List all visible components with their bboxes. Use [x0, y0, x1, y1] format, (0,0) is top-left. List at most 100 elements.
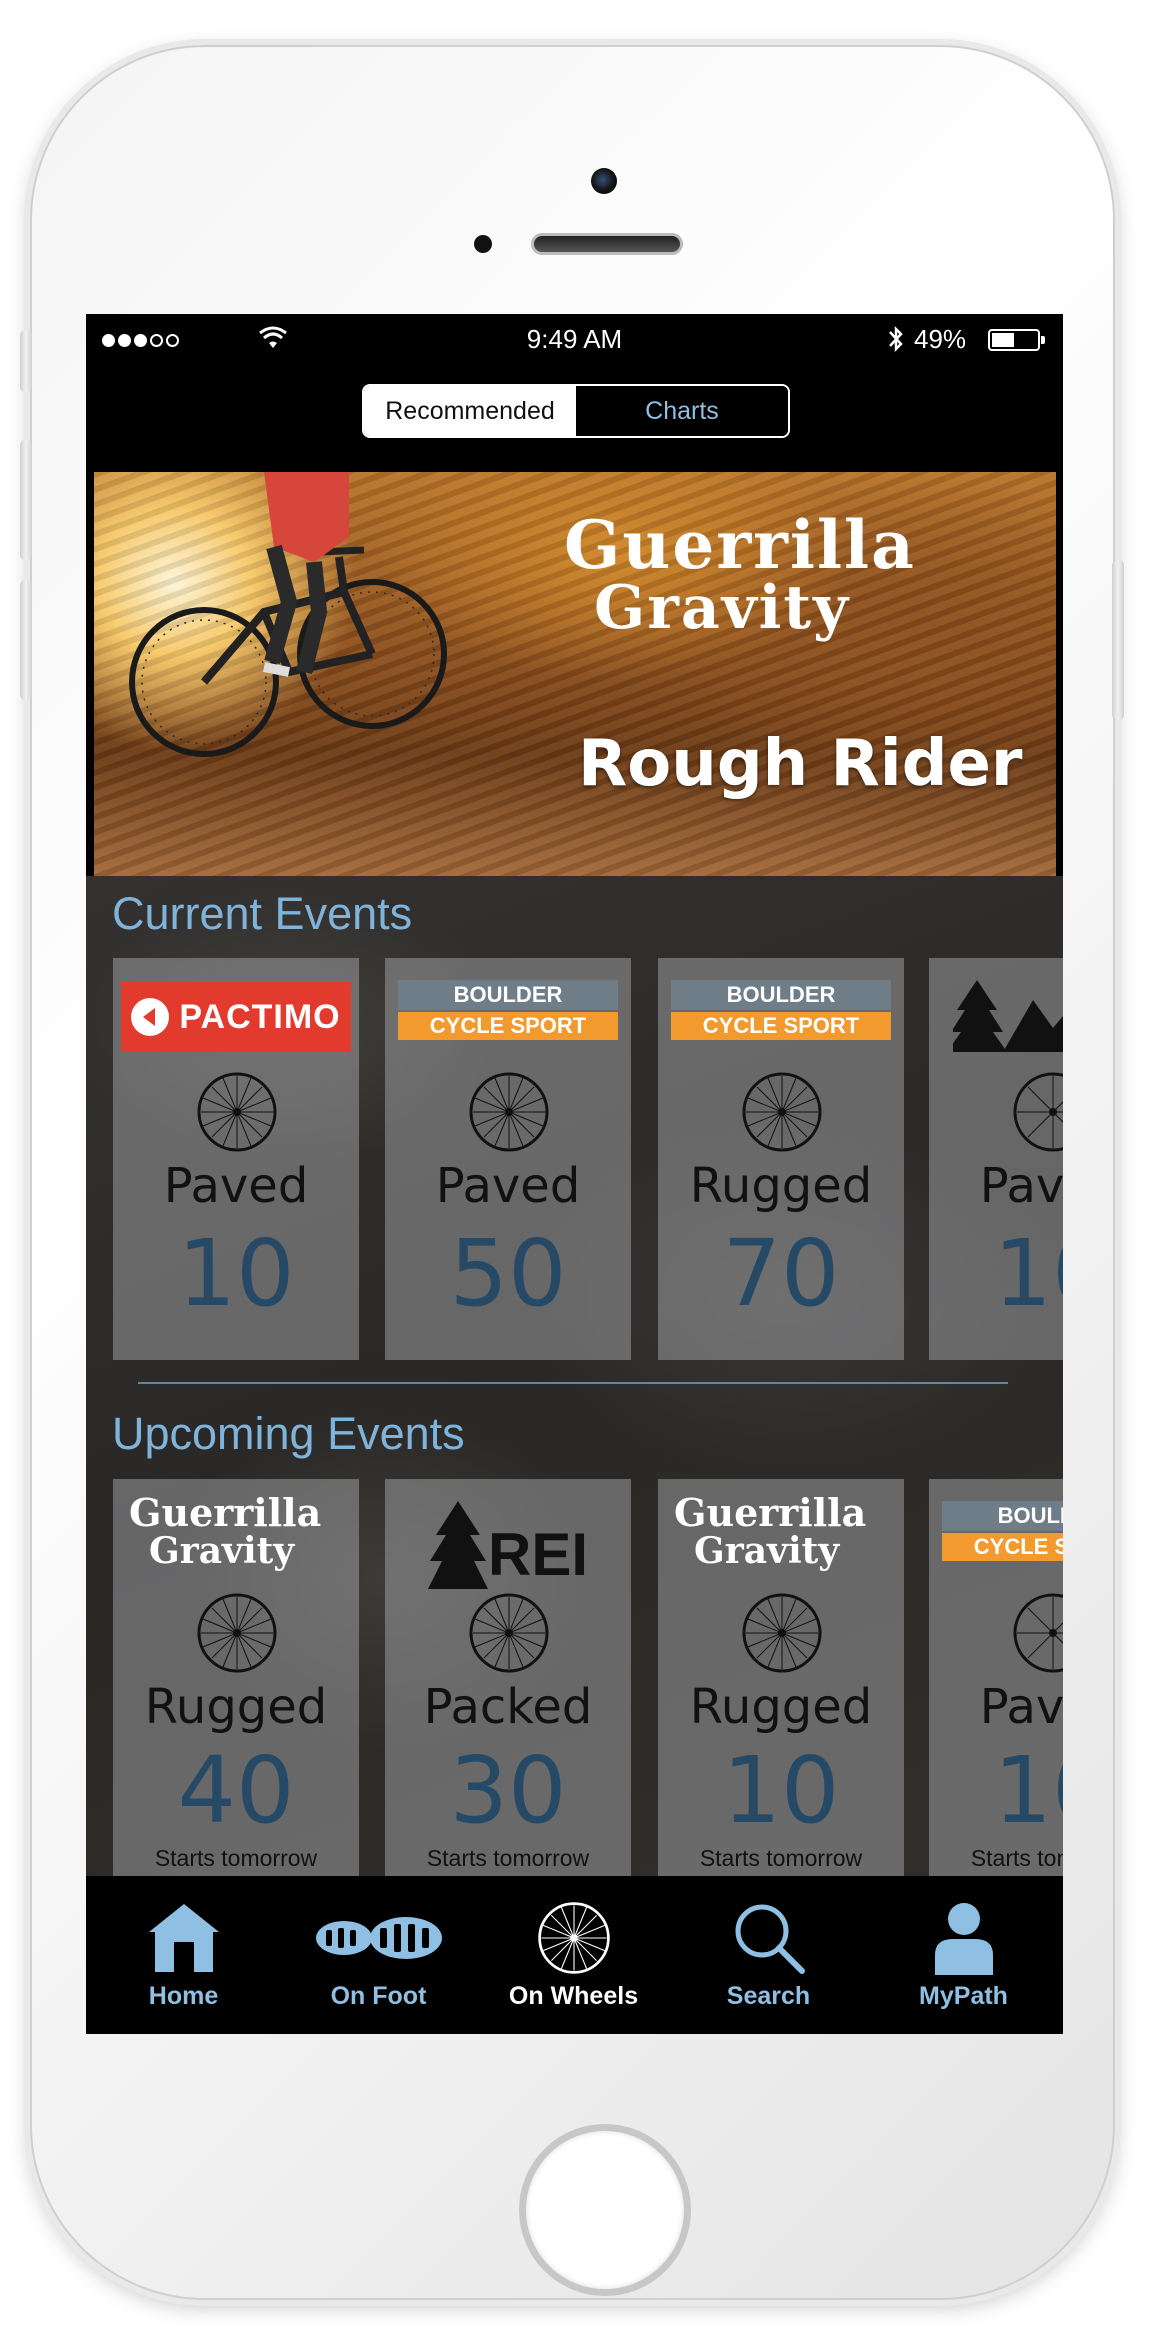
featured-event-banner[interactable]: Guerrilla Gravity Rough Rider [94, 472, 1056, 876]
event-distance: 70 [722, 1220, 840, 1327]
view-segmented-control: Recommended Charts [362, 384, 790, 438]
current-event-card[interactable]: BOULDER CYCLE SPORT Rugged 70 [658, 958, 904, 1360]
rei-logo: REI [393, 1501, 623, 1589]
upcoming-event-card[interactable]: Guerrilla Gravity Rugged 10 Starts tomor… [658, 1479, 904, 1876]
person-icon [934, 1903, 993, 1975]
event-distance: 40 [177, 1737, 295, 1844]
gg-logo-line1: Guerrilla [674, 1490, 867, 1535]
current-events-title: Current Events [112, 888, 413, 939]
magnifier-icon [735, 1904, 805, 1974]
tab-on-wheels[interactable]: On Wheels [476, 1876, 671, 2034]
event-distance: 10 [177, 1220, 295, 1327]
tab-home-label: Home [148, 1982, 219, 2010]
earpiece-speaker [531, 233, 683, 255]
bcs-logo-bottom: CYCLE SPORT [942, 1533, 1063, 1561]
event-start-label: Starts tomorrow [970, 1845, 1063, 1871]
hero-brand-logo: Guerrilla Gravity [564, 512, 916, 638]
terrain-type: Rugged [689, 1158, 873, 1214]
tab-on-wheels-label: On Wheels [508, 1982, 639, 2010]
terrain-type: Rugged [689, 1679, 873, 1735]
hero-brand-line2: Gravity [594, 573, 850, 643]
wheel-icon [469, 1072, 549, 1152]
power-button [1112, 560, 1124, 720]
rei-logo-text: REI [487, 1521, 589, 1588]
terrain-type: Rugged [144, 1679, 328, 1735]
battery-percent: 49% [914, 324, 967, 354]
guerrilla-gravity-logo: Guerrilla Gravity [666, 1490, 896, 1570]
mute-switch [20, 330, 32, 392]
wheel-icon [1013, 1072, 1063, 1152]
event-distance: 50 [449, 1220, 567, 1327]
bottom-tab-bar: Home On Foot On Wheels Search MyPath [86, 1876, 1063, 2034]
wheel-icon [469, 1593, 549, 1673]
boulder-cycle-sport-logo: BOULDER CYCLE SPORT [393, 980, 623, 1052]
volume-down-button [20, 580, 32, 700]
mountain-biker-image [129, 472, 447, 757]
segment-recommended[interactable]: Recommended [364, 386, 576, 436]
event-distance: 10 [993, 1737, 1063, 1844]
gg-logo-line1: Guerrilla [129, 1490, 322, 1535]
bcs-logo-top: BOULDER [398, 980, 618, 1010]
bluetooth-icon [889, 325, 903, 353]
upcoming-event-card[interactable]: Guerrilla Gravity Rugged 40 Starts tomor… [113, 1479, 359, 1876]
hero-brand-line1: Guerrilla [564, 506, 916, 584]
event-distance: 10 [993, 1220, 1063, 1327]
upcoming-event-card[interactable]: REI Packed 30 Starts tomorrow [385, 1479, 631, 1876]
tab-mypath-label: MyPath [919, 1982, 1008, 2010]
wheel-icon [742, 1593, 822, 1673]
terrain-type: Paved [163, 1158, 309, 1214]
tab-search[interactable]: Search [671, 1876, 866, 2034]
terrain-type: Paved [435, 1158, 581, 1214]
bcs-logo-bottom: CYCLE SPORT [671, 1012, 891, 1040]
wheel-icon [197, 1072, 277, 1152]
guerrilla-gravity-logo: Guerrilla Gravity [121, 1490, 351, 1570]
bcs-logo-top: BOULDER [942, 1501, 1063, 1531]
gg-logo-line2: Gravity [149, 1530, 295, 1572]
terrain-type: Paved [979, 1679, 1063, 1735]
tab-on-foot[interactable]: On Foot [281, 1876, 476, 2034]
event-distance: 30 [449, 1737, 567, 1844]
bcs-logo-bottom: CYCLE SPORT [398, 1012, 618, 1040]
front-camera [591, 168, 617, 194]
tab-search-label: Search [726, 1982, 811, 2010]
wheel-icon [197, 1593, 277, 1673]
terrain-type: Paved [979, 1158, 1063, 1214]
wheel-icon [742, 1072, 822, 1152]
wheel-icon [537, 1902, 610, 1974]
terrain-type: Packed [423, 1679, 593, 1735]
boulder-cycle-sport-logo: BOULDER CYCLE SPORT [666, 980, 896, 1052]
wheel-icon [1013, 1593, 1063, 1673]
status-bar: 9:49 AM 49% [86, 314, 1063, 366]
event-start-label: Starts tomorrow [426, 1845, 590, 1871]
current-event-card[interactable]: PACTIMO Paved 10 [113, 958, 359, 1360]
event-distance: 10 [722, 1737, 840, 1844]
current-event-card[interactable]: Paved 10 [929, 958, 1063, 1360]
gg-logo-line2: Gravity [694, 1530, 840, 1572]
rei-logo [953, 980, 1063, 1052]
volume-up-button [20, 440, 32, 560]
rei-tree-icon [427, 1501, 488, 1589]
home-icon [148, 1904, 219, 1972]
tab-home[interactable]: Home [86, 1876, 281, 2034]
hero-event-title: Rough Rider [578, 727, 1023, 801]
section-divider [138, 1382, 1008, 1384]
current-event-card[interactable]: BOULDER CYCLE SPORT Paved 50 [385, 958, 631, 1360]
footprints-icon [315, 1917, 442, 1959]
pactimo-mark-icon [131, 998, 170, 1036]
rei-tree-icon [953, 980, 1063, 1052]
upcoming-events-title: Upcoming Events [112, 1408, 465, 1459]
app-screen: 9:49 AM 49% Recommended Charts Guerrilla… [86, 314, 1063, 2034]
boulder-cycle-sport-logo: BOULDER CYCLE SPORT [937, 1501, 1063, 1573]
home-button[interactable] [519, 2124, 691, 2296]
tab-mypath[interactable]: MyPath [866, 1876, 1061, 2034]
segment-charts[interactable]: Charts [576, 386, 788, 436]
upcoming-event-card[interactable]: BOULDER CYCLE SPORT Paved 10 Starts tomo… [929, 1479, 1063, 1876]
pactimo-logo-text: PACTIMO [179, 997, 341, 1036]
bcs-logo-top: BOULDER [671, 980, 891, 1010]
proximity-sensor [474, 235, 492, 253]
battery-icon [988, 329, 1045, 351]
event-start-label: Starts tomorrow [699, 1845, 863, 1871]
tab-on-foot-label: On Foot [330, 1982, 427, 2010]
events-content: Current Events PACTIMO Paved 10 BOULDER … [86, 876, 1063, 1876]
event-start-label: Starts tomorrow [154, 1845, 318, 1871]
